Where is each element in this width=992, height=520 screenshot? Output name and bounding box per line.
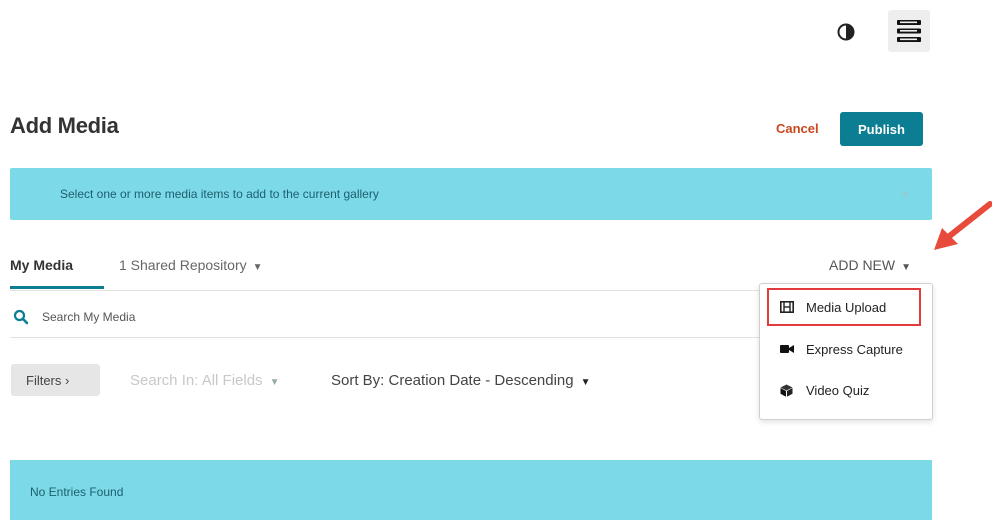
menu-item-label: Video Quiz — [806, 383, 870, 398]
search-in-label: Search In: All Fields — [130, 372, 263, 389]
close-icon[interactable]: × — [901, 186, 909, 202]
divider — [10, 337, 760, 338]
highlight-box — [767, 288, 921, 326]
publish-button[interactable]: Publish — [840, 112, 923, 146]
tab-my-media[interactable]: My Media — [10, 254, 73, 273]
add-new-label: ADD NEW — [829, 257, 896, 273]
search-icon — [13, 309, 29, 325]
contrast-icon — [837, 23, 855, 41]
contrast-toggle-button[interactable] — [836, 22, 856, 42]
cancel-button[interactable]: Cancel — [776, 121, 819, 136]
tab-label: 1 Shared Repository — [119, 257, 247, 273]
sort-by-label: Sort By: Creation Date - Descending — [331, 372, 574, 389]
filters-label: Filters › — [26, 373, 70, 388]
cube-icon — [780, 384, 793, 397]
video-camera-icon — [780, 345, 794, 353]
info-alert-message: Select one or more media items to add to… — [60, 187, 379, 201]
search-in-dropdown[interactable]: Search In: All Fields ▼ — [130, 372, 279, 389]
empty-results-message: No Entries Found — [30, 485, 124, 499]
filters-button[interactable]: Filters › — [11, 364, 100, 396]
chevron-down-icon: ▼ — [901, 262, 912, 273]
tab-shared-repository[interactable]: 1 Shared Repository ▼ — [119, 257, 263, 273]
sort-by-dropdown[interactable]: Sort By: Creation Date - Descending ▼ — [331, 372, 591, 389]
arrow-annotation-icon — [934, 201, 992, 250]
menu-item-express-capture[interactable]: Express Capture — [760, 331, 932, 367]
active-tab-indicator — [10, 286, 104, 289]
info-alert: Select one or more media items to add to… — [10, 168, 932, 220]
chevron-down-icon: ▼ — [269, 377, 280, 388]
tab-label: My Media — [10, 257, 74, 273]
menu-button[interactable] — [888, 10, 930, 52]
empty-results-alert: No Entries Found — [10, 460, 932, 520]
page-title: Add Media — [10, 113, 119, 138]
menu-item-label: Express Capture — [806, 342, 903, 357]
search-input[interactable] — [42, 306, 742, 328]
menu-item-video-quiz[interactable]: Video Quiz — [760, 372, 932, 408]
chevron-down-icon: ▼ — [580, 377, 591, 388]
hamburger-menu-icon — [897, 20, 921, 42]
chevron-down-icon: ▼ — [252, 262, 263, 273]
add-new-button[interactable]: ADD NEW ▼ — [829, 257, 911, 273]
